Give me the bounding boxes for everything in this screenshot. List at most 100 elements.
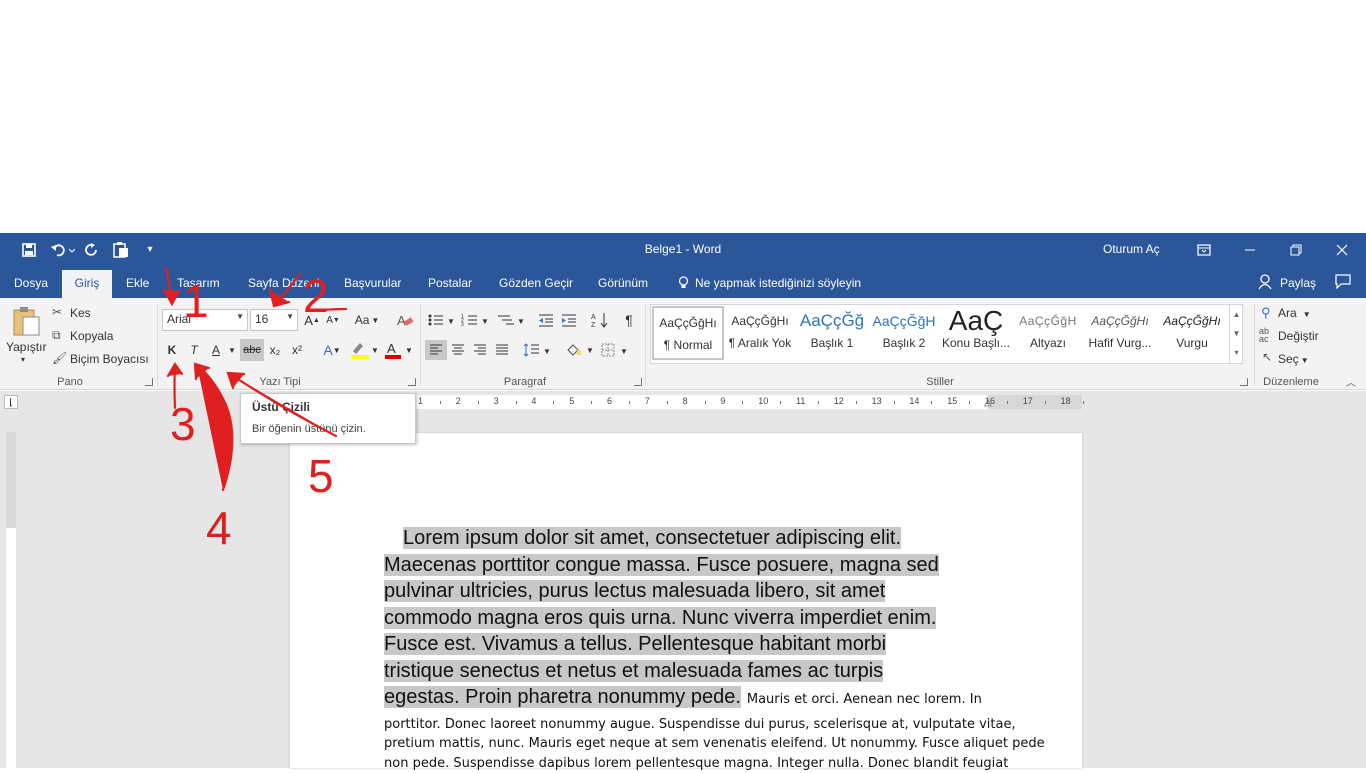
- paste-icon[interactable]: [8, 304, 44, 338]
- share-button[interactable]: Paylaş: [1280, 276, 1316, 290]
- svg-text:▼: ▼: [481, 317, 489, 326]
- tab-view[interactable]: Görünüm: [588, 270, 658, 298]
- style-name: Başlık 2: [868, 336, 940, 350]
- style-heading-1[interactable]: AaÇçĞğ Başlık 1: [796, 306, 868, 360]
- selected-text[interactable]: Maecenas porttitor congue massa. Fusce p…: [384, 554, 939, 576]
- tab-mailings[interactable]: Postalar: [418, 270, 482, 298]
- font-launcher-icon[interactable]: [408, 378, 416, 386]
- tab-home[interactable]: Giriş: [62, 270, 112, 298]
- underline-button[interactable]: A: [208, 340, 224, 360]
- highlight-color-icon[interactable]: ▼: [349, 340, 379, 360]
- selected-text[interactable]: pulvinar ultricies, purus lectus malesua…: [384, 580, 885, 602]
- tab-design[interactable]: Tasarım: [167, 270, 230, 298]
- bullets-icon[interactable]: ▼: [427, 310, 455, 330]
- chevron-up-icon[interactable]: ▲: [1230, 305, 1243, 324]
- svg-text:▼: ▼: [586, 346, 594, 355]
- shading-icon[interactable]: ▼: [563, 340, 595, 360]
- selected-text[interactable]: tristique senectus et netus et malesuada…: [384, 660, 883, 682]
- style-preview: AaÇçĞğHı: [654, 308, 722, 338]
- format-painter-button[interactable]: Biçim Boyacısı: [70, 352, 149, 366]
- grow-font-icon[interactable]: A▲: [303, 310, 321, 330]
- show-formatting-icon[interactable]: ¶: [619, 310, 639, 330]
- tab-file[interactable]: Dosya: [4, 270, 58, 298]
- document-body[interactable]: Lorem ipsum dolor sit amet, consectetuer…: [384, 525, 984, 773]
- replace-button[interactable]: Değiştir: [1278, 329, 1319, 343]
- style-subtitle[interactable]: AaÇçĞğH Altyazı: [1012, 306, 1084, 360]
- change-case-button[interactable]: Aa▼: [352, 310, 382, 330]
- restore-icon[interactable]: [1282, 233, 1310, 266]
- copy-button[interactable]: Kopyala: [70, 329, 113, 343]
- styles-scroll[interactable]: ▲ ▼ ▾: [1229, 305, 1243, 363]
- style-emphasis[interactable]: AaÇçĞğHı Vurgu: [1156, 306, 1228, 360]
- selected-text[interactable]: Fusce est. Vivamus a tellus. Pellentesqu…: [384, 633, 886, 655]
- align-right-icon[interactable]: [470, 340, 490, 360]
- multilevel-list-icon[interactable]: ▼: [495, 310, 525, 330]
- font-size-combo[interactable]: 16▼: [250, 309, 298, 331]
- increase-indent-icon[interactable]: [558, 310, 580, 330]
- style-no-spacing[interactable]: AaÇçĞğHı ¶ Aralık Yok: [724, 306, 796, 360]
- tab-references[interactable]: Başvurular: [334, 270, 411, 298]
- font-color-icon[interactable]: A▼: [383, 340, 413, 360]
- underline-dropdown-icon[interactable]: ▼: [227, 340, 237, 360]
- style-heading-2[interactable]: AaÇçĞğH Başlık 2: [868, 306, 940, 360]
- italic-button[interactable]: T: [186, 340, 202, 360]
- right-indent-icon[interactable]: △: [984, 397, 992, 408]
- doc-line: tristique senectus et netus et malesuada…: [384, 658, 984, 685]
- cut-button[interactable]: Kes: [70, 306, 91, 320]
- selected-text[interactable]: egestas. Proin pharetra nonummy pede.: [384, 686, 741, 708]
- align-left-icon[interactable]: [425, 340, 447, 360]
- ribbon-display-icon[interactable]: [1190, 233, 1218, 266]
- body-text[interactable]: Mauris et orci. Aenean nec lorem. In: [747, 692, 982, 707]
- body-small[interactable]: porttitor. Donec laoreet nonummy augue. …: [384, 715, 984, 773]
- search-icon: ⚲: [1261, 305, 1271, 321]
- style-normal[interactable]: AaÇçĞğHı ¶ Normal: [652, 306, 724, 360]
- styles-launcher-icon[interactable]: [1240, 378, 1248, 386]
- superscript-button[interactable]: x²: [287, 340, 307, 360]
- strikethrough-button[interactable]: abc: [240, 339, 264, 361]
- style-title[interactable]: AaÇ Konu Başlı...: [940, 306, 1012, 360]
- collapse-ribbon-icon[interactable]: ︿: [1346, 374, 1356, 389]
- justify-icon[interactable]: [492, 340, 512, 360]
- text-effects-icon[interactable]: A▼: [318, 340, 346, 360]
- style-subtle-emphasis[interactable]: AaÇçĞğHı Hafif Vurg...: [1084, 306, 1156, 360]
- minimize-icon[interactable]: [1236, 233, 1264, 266]
- sort-icon[interactable]: AZ: [589, 310, 611, 330]
- ruler-tick-label: 12: [834, 396, 844, 406]
- title-bar: ▾ Belge1 - Word Oturum Aç: [0, 233, 1366, 266]
- font-name-combo[interactable]: Arial▼: [162, 309, 248, 331]
- tab-review[interactable]: Gözden Geçir: [489, 270, 583, 298]
- tab-selector-icon[interactable]: ⌊: [4, 395, 18, 409]
- line-spacing-icon[interactable]: ▼: [522, 340, 552, 360]
- align-center-icon[interactable]: [448, 340, 468, 360]
- signin-link[interactable]: Oturum Aç: [1103, 242, 1160, 256]
- separator: [1254, 304, 1255, 386]
- borders-icon[interactable]: ▼: [599, 340, 631, 360]
- chevron-down-icon[interactable]: ▼: [1230, 324, 1243, 343]
- find-label: Ara: [1278, 306, 1297, 320]
- numbering-icon[interactable]: 123▼: [460, 310, 490, 330]
- more-styles-icon[interactable]: ▾: [1230, 343, 1243, 362]
- bold-button[interactable]: K: [164, 340, 180, 360]
- clipboard-group-label: Pano: [0, 376, 140, 388]
- svg-text:▼: ▼: [543, 347, 551, 356]
- style-preview: AaÇçĞğHı: [724, 306, 796, 336]
- shrink-font-icon[interactable]: A▼: [324, 310, 342, 330]
- tell-me-search[interactable]: Ne yapmak istediğinizi söyleyin: [695, 276, 861, 290]
- clear-formatting-icon[interactable]: A: [394, 310, 416, 330]
- find-button[interactable]: Ara▼: [1278, 306, 1311, 320]
- subscript-button[interactable]: x₂: [265, 340, 285, 360]
- comments-icon[interactable]: [1335, 274, 1351, 292]
- paragraph-launcher-icon[interactable]: [634, 378, 642, 386]
- close-icon[interactable]: [1328, 233, 1356, 266]
- tab-insert[interactable]: Ekle: [116, 270, 159, 298]
- decrease-indent-icon[interactable]: [535, 310, 557, 330]
- clipboard-launcher-icon[interactable]: [145, 378, 153, 386]
- ruler-tick-mark: [516, 401, 517, 404]
- selected-text[interactable]: Lorem ipsum dolor sit amet, consectetuer…: [403, 527, 901, 549]
- vertical-ruler[interactable]: [6, 432, 16, 768]
- selected-text[interactable]: commodo magna eros quis urna. Nunc viver…: [384, 607, 936, 629]
- tab-layout[interactable]: Sayfa Düzeni: [238, 270, 329, 298]
- paste-label[interactable]: Yapıştır: [6, 340, 46, 354]
- select-button[interactable]: Seç▼: [1278, 352, 1309, 366]
- paste-dropdown-icon[interactable]: ▾: [21, 355, 25, 364]
